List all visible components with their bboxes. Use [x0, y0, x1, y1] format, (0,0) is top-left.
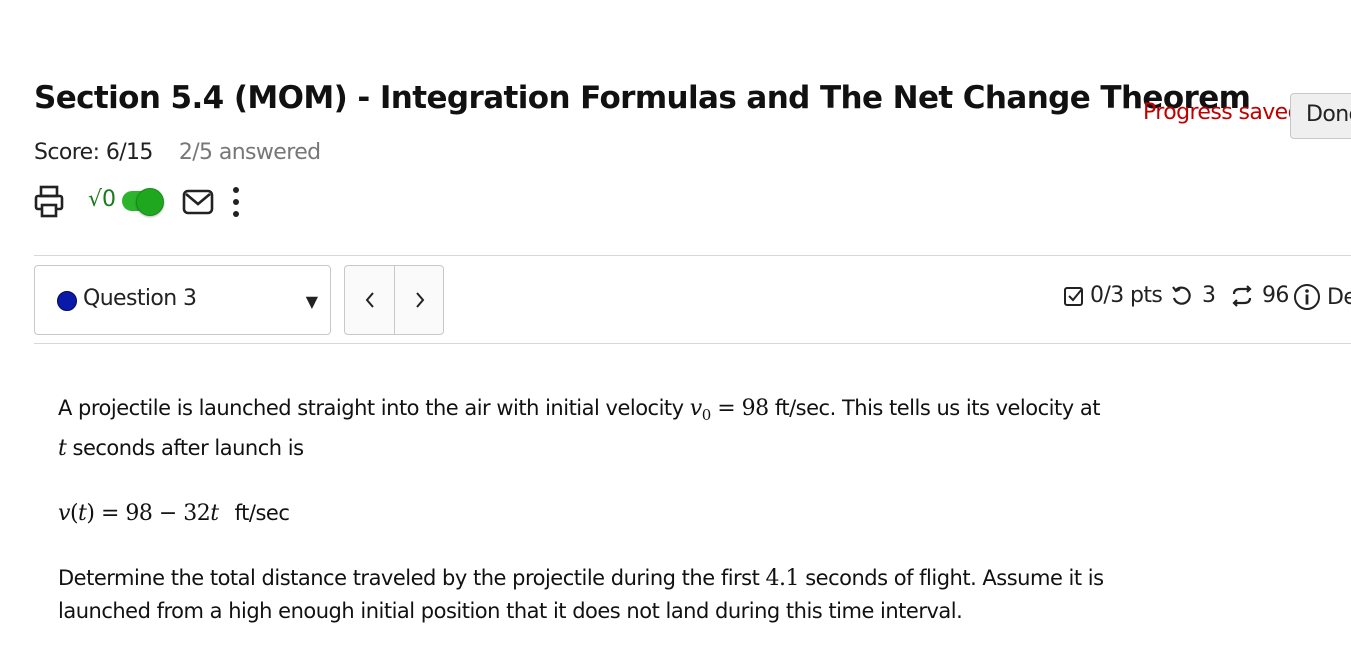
versions-item: 96 — [1230, 283, 1289, 308]
divider — [34, 343, 1351, 344]
question-paragraph-1: A projectile is launched straight into t… — [58, 392, 1118, 465]
version-cycle-icon — [1232, 284, 1252, 307]
page-title: Section 5.4 (MOM) - Integration Formulas… — [34, 80, 1251, 116]
details-link[interactable]: De — [1293, 283, 1351, 311]
points-item: 0/3 pts — [1063, 283, 1163, 308]
velocity-formula: v(t) = 98 − 32t ft/sec — [58, 497, 1118, 530]
math-variable: v — [58, 501, 70, 527]
checkbox-icon — [1064, 286, 1083, 306]
question-text: Determine the total distance traveled by… — [58, 566, 766, 591]
question-text: ft/sec. This tells us its velocity at — [768, 396, 1101, 420]
versions-count: 96 — [1262, 283, 1289, 308]
math-subscript: 0 — [701, 406, 712, 425]
math-variable: v — [689, 396, 702, 421]
question-paragraph-2: Determine the total distance traveled by… — [58, 562, 1118, 628]
mail-icon[interactable] — [182, 189, 214, 219]
question-text: seconds of flight. Assume it is — [799, 566, 1104, 591]
chevron-right-icon — [415, 292, 424, 308]
math-display-label: √0 — [88, 187, 117, 212]
math-value: = 98 — [710, 396, 769, 421]
points-text: 0/3 pts — [1090, 283, 1163, 308]
page: Section 5.4 (MOM) - Integration Formulas… — [0, 0, 1351, 670]
previous-question-button[interactable] — [345, 266, 395, 334]
math-paren: ( — [69, 501, 79, 527]
chevron-left-icon — [365, 292, 374, 308]
retry-icon — [1172, 285, 1191, 305]
math-expression: = 98 − 32 — [94, 501, 211, 527]
math-value: 4.1 — [765, 566, 800, 592]
question-text: seconds after launch is — [66, 436, 305, 461]
print-icon[interactable] — [34, 185, 64, 223]
math-display-toggle[interactable] — [122, 188, 164, 216]
next-question-button[interactable] — [395, 266, 444, 334]
math-variable: t — [210, 501, 219, 527]
question-status-dot — [57, 291, 77, 311]
question-select-label: Question 3 — [83, 286, 197, 311]
formula-unit: ft/sec — [234, 501, 290, 526]
question-text: launched from a high enough initial posi… — [58, 599, 963, 624]
details-label: De — [1327, 284, 1351, 310]
toggle-knob — [136, 188, 164, 216]
info-icon — [1294, 284, 1320, 310]
question-text: A projectile is launched straight into t… — [58, 396, 690, 420]
retries-count: 3 — [1202, 283, 1216, 308]
more-vertical-icon[interactable] — [230, 183, 242, 227]
question-body: A projectile is launched straight into t… — [58, 392, 1118, 660]
question-select[interactable]: Question 3 ▼ — [34, 265, 331, 335]
divider — [34, 255, 1351, 256]
caret-down-icon: ▼ — [305, 292, 318, 311]
progress-saved-status: Progress saved — [1143, 100, 1302, 125]
retries-item: 3 — [1170, 283, 1216, 308]
answered-count: 2/5 answered — [178, 140, 321, 165]
done-button[interactable]: Done — [1290, 93, 1351, 139]
question-nav-group — [344, 265, 444, 335]
score-row: Score: 6/15 2/5 answered — [34, 140, 321, 165]
score-text: Score: 6/15 — [34, 140, 153, 165]
